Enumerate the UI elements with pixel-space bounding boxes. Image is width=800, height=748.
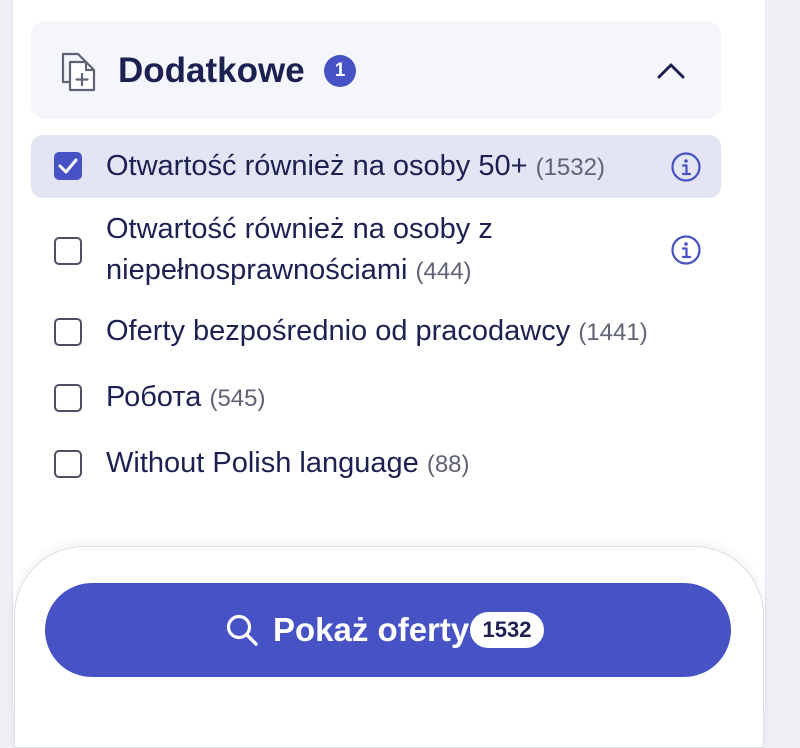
option-count: (1532)	[535, 154, 605, 181]
checkbox-robota[interactable]	[54, 384, 82, 412]
option-count: (545)	[209, 385, 266, 412]
checkbox-disabilities[interactable]	[54, 237, 82, 265]
show-offers-button[interactable]: Pokaż oferty 1532	[45, 583, 731, 677]
show-offers-label: Pokaż oferty	[273, 611, 470, 648]
filter-option-without-polish[interactable]: Without Polish language (88)	[31, 434, 721, 494]
chevron-up-icon[interactable]	[655, 55, 687, 87]
option-label-employer-direct: Oferty bezpośrednio od pracodawcy (1441)	[106, 315, 648, 347]
option-count: (444)	[415, 258, 472, 285]
filter-option-50plus[interactable]: Otwartość również na osoby 50+ (1532)	[31, 135, 721, 198]
selected-count-badge: 1	[324, 55, 356, 87]
option-label-robota: Робота (545)	[106, 381, 266, 413]
section-header-dodatkowe[interactable]: Dodatkowe 1	[31, 21, 721, 119]
option-label-50plus: Otwartość również na osoby 50+ (1532)	[106, 150, 605, 182]
option-count: (88)	[426, 451, 470, 478]
document-plus-icon	[61, 52, 96, 92]
checkbox-employer-direct[interactable]	[54, 318, 82, 346]
info-icon[interactable]	[670, 151, 702, 183]
offers-count-badge: 1532	[470, 612, 544, 648]
option-count: (1441)	[578, 319, 648, 346]
filter-option-employer-direct[interactable]: Oferty bezpośrednio od pracodawcy (1441)	[31, 302, 721, 362]
checkbox-without-polish[interactable]	[54, 450, 82, 478]
filter-option-robota[interactable]: Робота (545)	[31, 368, 721, 428]
section-title: Dodatkowe	[118, 51, 305, 90]
checkbox-50plus[interactable]	[54, 152, 82, 180]
filter-option-disabilities[interactable]: Otwartość również na osoby z niepełnospr…	[31, 208, 721, 294]
search-icon	[226, 614, 258, 646]
checkmark-icon	[58, 158, 78, 174]
option-label-without-polish: Without Polish language (88)	[106, 447, 470, 479]
info-icon[interactable]	[670, 234, 702, 266]
option-label-disabilities: Otwartość również na osoby z niepełnospr…	[106, 213, 493, 286]
